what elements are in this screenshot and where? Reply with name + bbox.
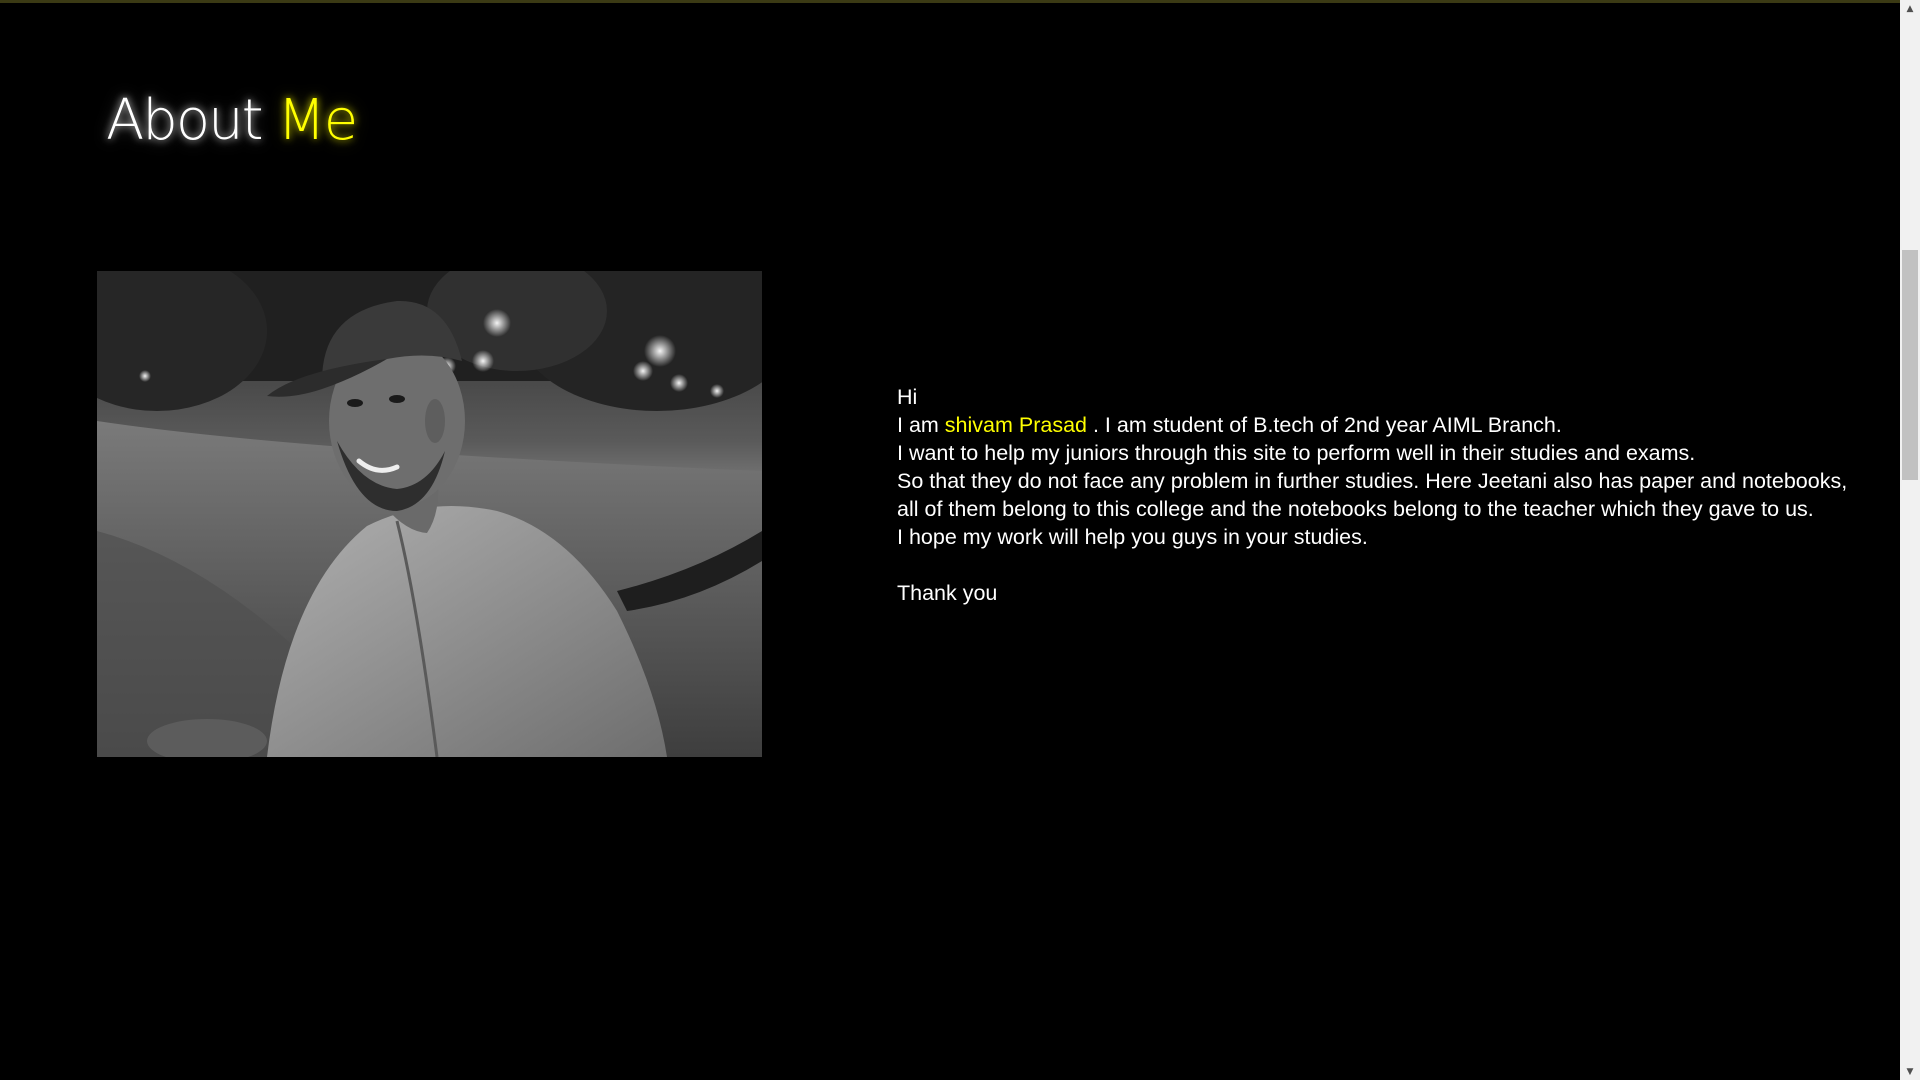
bio-closing: Thank you [897, 581, 998, 605]
page-title: About Me [106, 88, 358, 153]
about-section: About Me Hi I am shivam Prasad . I am st… [0, 0, 1900, 1080]
profile-photo [97, 271, 762, 757]
scroll-up-arrow-icon[interactable]: ▲ [1900, 0, 1920, 17]
scroll-down-arrow-icon[interactable]: ▼ [1900, 1063, 1920, 1080]
bio-line-4: all of them belong to this college and t… [897, 497, 1814, 521]
bio-line-5: I hope my work will help you guys in you… [897, 525, 1368, 549]
bio-greeting: Hi [897, 385, 918, 409]
scrollbar-thumb[interactable] [1902, 250, 1918, 480]
bio-intro-prefix: I am [897, 413, 945, 437]
title-word-me: Me [277, 88, 358, 153]
bio-line-2: I want to help my juniors through this s… [897, 441, 1696, 465]
bio-text: Hi I am shivam Prasad . I am student of … [897, 383, 1887, 607]
bio-intro-suffix: . I am student of B.tech of 2nd year AIM… [1087, 413, 1562, 437]
title-word-about: About [106, 88, 264, 153]
vertical-scrollbar[interactable]: ▲ ▼ [1900, 0, 1920, 1080]
about-page: About Me Hi I am shivam Prasad . I am st… [0, 0, 1920, 1080]
bio-intro: I am shivam Prasad . I am student of B.t… [897, 411, 1887, 439]
bio-line-3: So that they do not face any problem in … [897, 469, 1848, 493]
author-name: shivam Prasad [944, 413, 1087, 437]
bio-spacer [897, 551, 1887, 579]
